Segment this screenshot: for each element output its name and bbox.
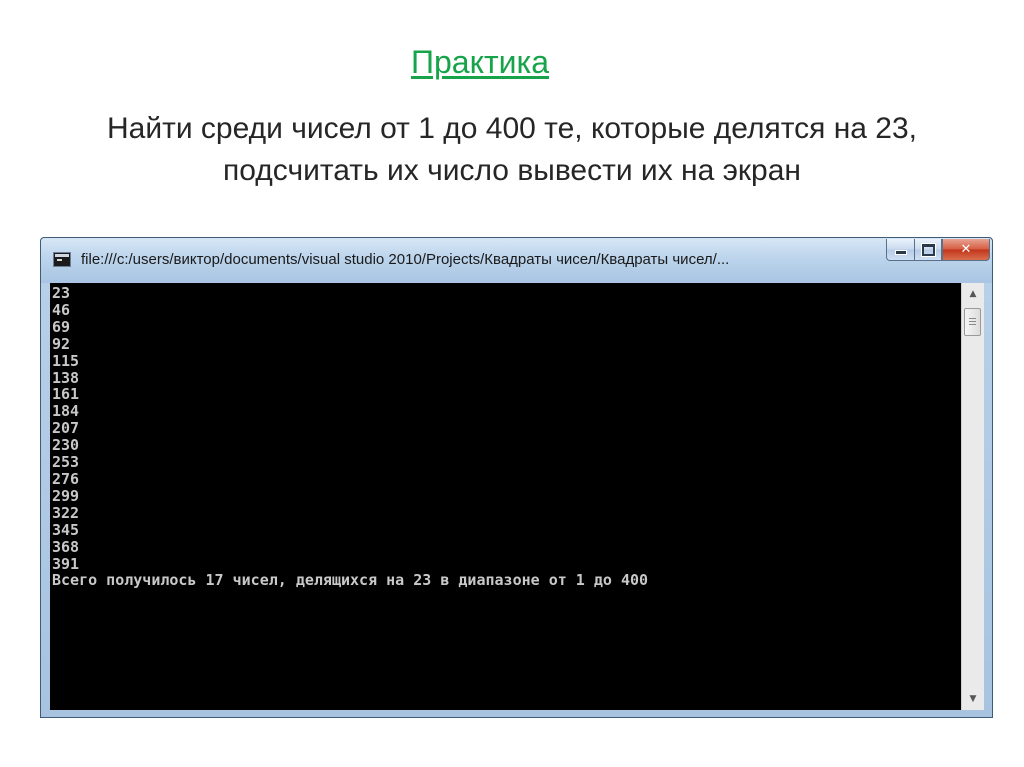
close-icon: ✕: [960, 242, 972, 257]
scroll-up-button[interactable]: ▲: [962, 283, 984, 305]
slide-title: Практика: [411, 44, 549, 80]
arrow-down-icon: ▼: [969, 694, 977, 704]
vertical-scrollbar[interactable]: ▲ ▼: [961, 283, 984, 710]
window-title: file:///c:/users/виктор/documents/visual…: [81, 251, 730, 268]
minimize-icon: [895, 251, 906, 254]
thumb-grip-line: [969, 321, 976, 322]
task-line-1: Найти среди чисел от 1 до 400 те, которы…: [106, 112, 917, 145]
minimize-button[interactable]: [886, 239, 914, 261]
console-output-area[interactable]: 23 46 69 92 115 138 161 184 207 230 253 …: [50, 283, 961, 710]
title-bar[interactable]: file:///c:/users/виктор/documents/visual…: [41, 238, 992, 283]
close-button[interactable]: ✕: [942, 239, 990, 261]
scroll-thumb[interactable]: [964, 308, 981, 336]
task-description: Найти среди чисел от 1 до 400 те, которы…: [40, 108, 984, 192]
thumb-grip-line: [969, 324, 976, 325]
slide: Практика Найти среди чисел от 1 до 400 т…: [0, 0, 1024, 767]
arrow-up-icon: ▲: [969, 289, 977, 299]
thumb-grip-line: [969, 318, 976, 319]
maximize-icon: [921, 243, 935, 256]
console-app-icon[interactable]: [53, 252, 71, 267]
maximize-button[interactable]: [914, 239, 942, 261]
console-window[interactable]: file:///c:/users/виктор/documents/visual…: [40, 237, 993, 718]
console-output-text: 23 46 69 92 115 138 161 184 207 230 253 …: [52, 284, 649, 590]
scroll-down-button[interactable]: ▼: [962, 688, 984, 710]
task-line-2: подсчитать их число вывести их на экран: [223, 154, 801, 187]
window-controls: ✕: [886, 239, 990, 261]
